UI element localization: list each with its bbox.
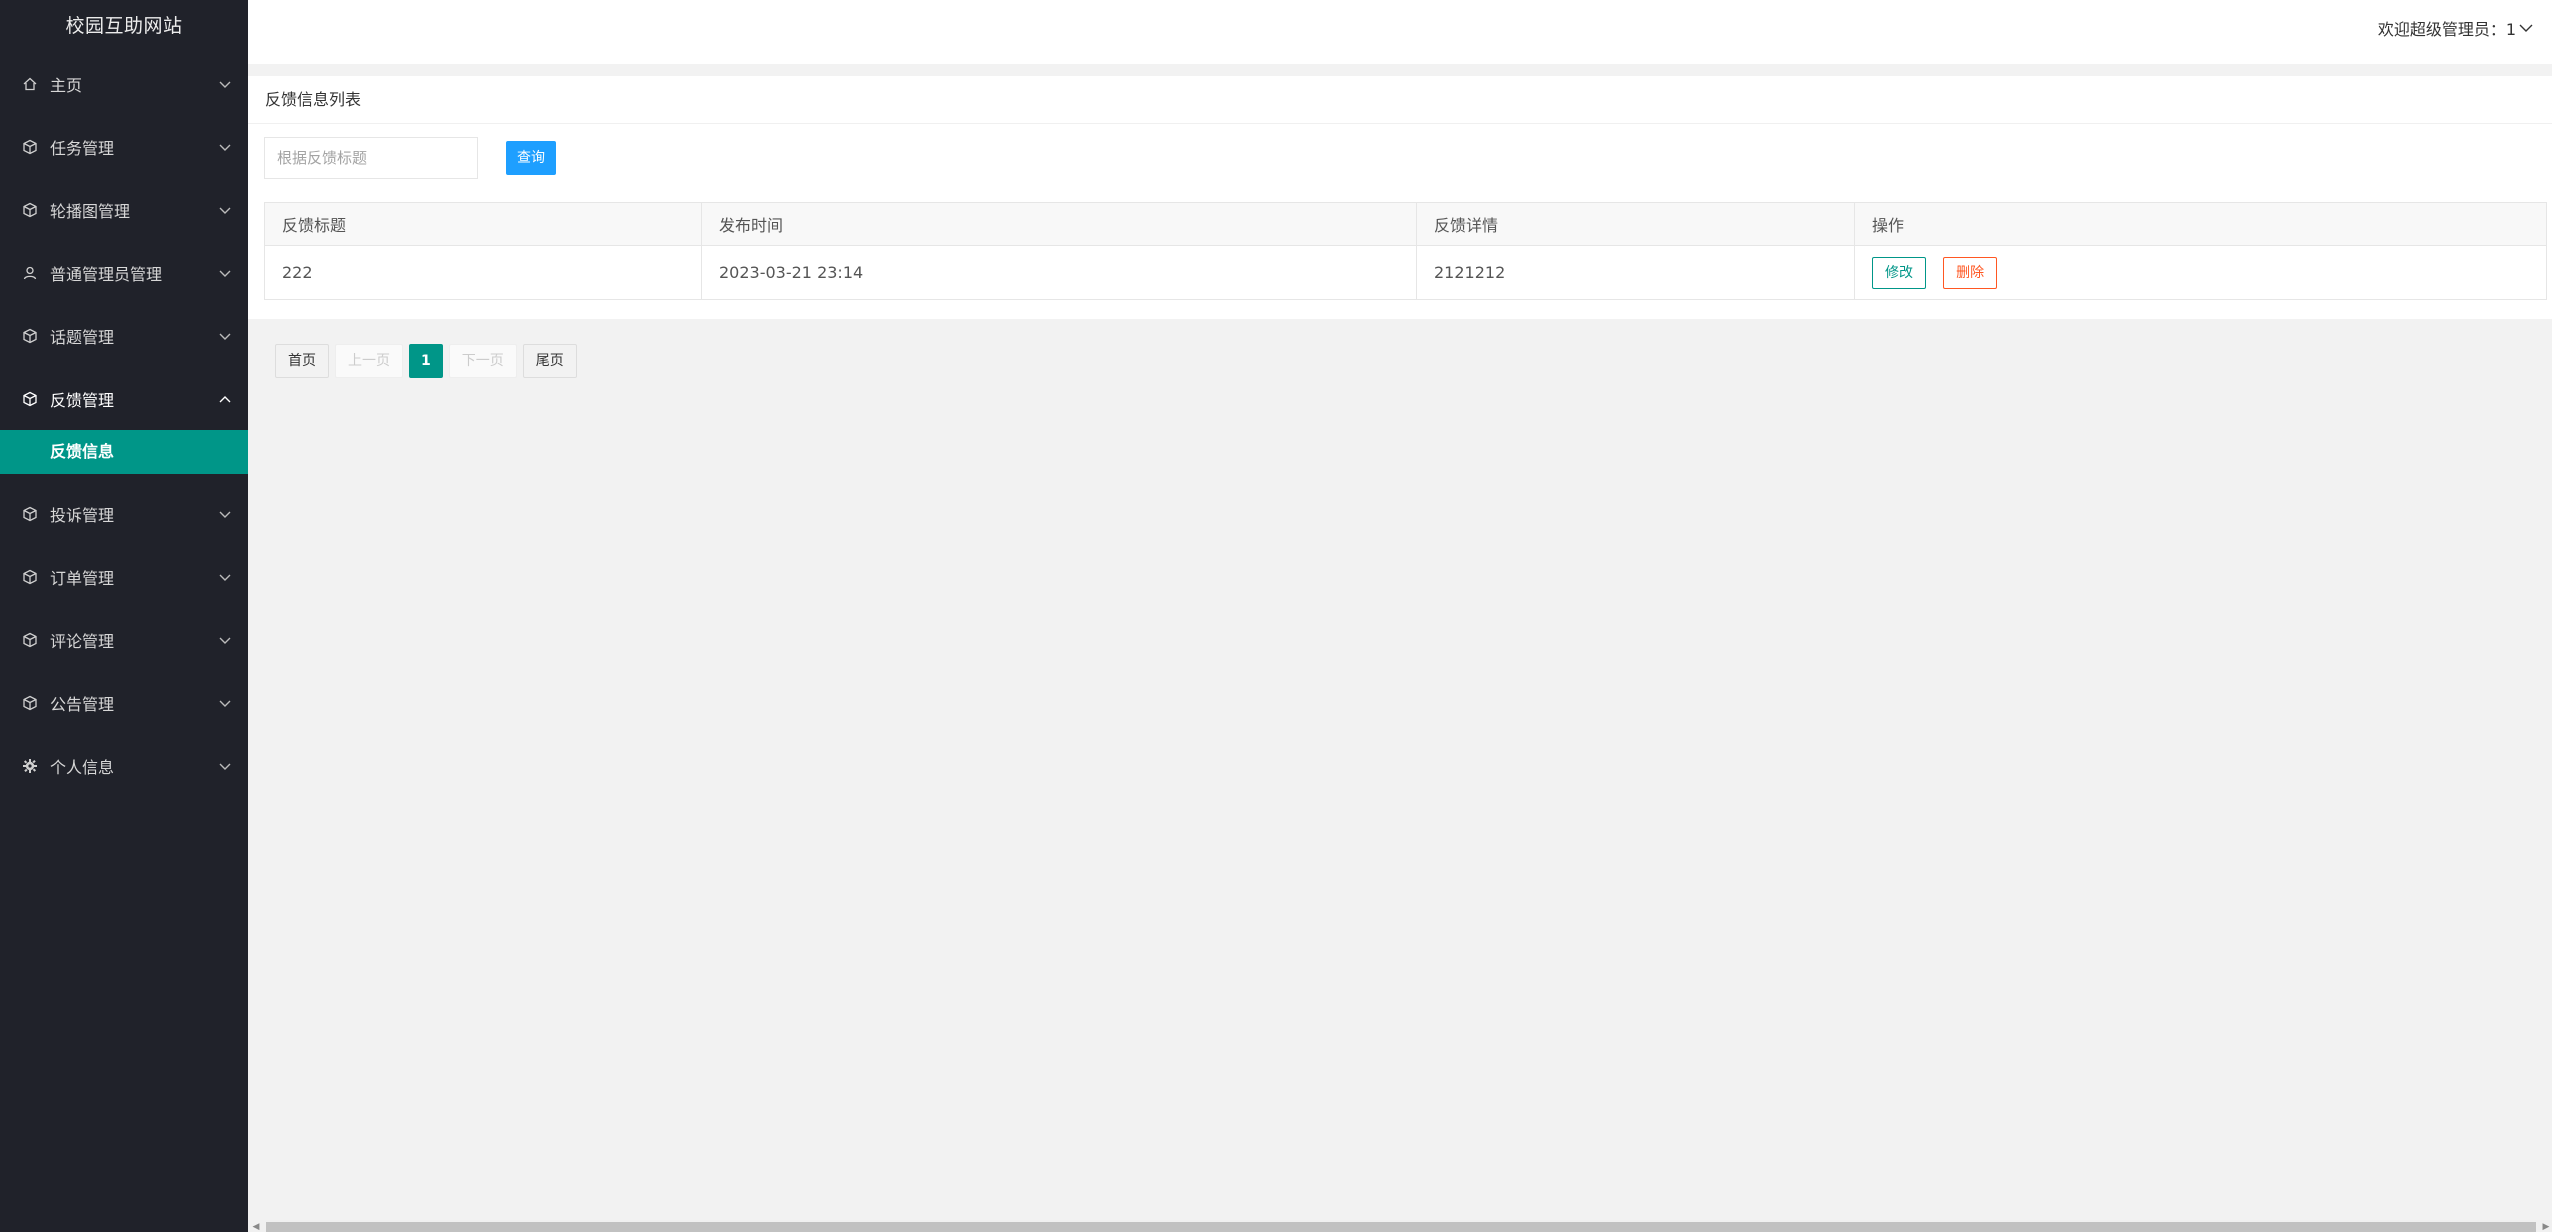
sidebar-item-announcements[interactable]: 公告管理 [0, 671, 248, 734]
sidebar-item-carousel[interactable]: 轮播图管理 [0, 178, 248, 241]
column-header-actions: 操作 [1854, 202, 2547, 246]
chevron-down-icon [218, 329, 232, 343]
sidebar-item-home[interactable]: 主页 [0, 52, 248, 115]
cube-icon [22, 139, 38, 155]
sidebar-item-label: 轮播图管理 [50, 201, 131, 221]
chevron-down-icon [218, 570, 232, 584]
sidebar-item-orders[interactable]: 订单管理 [0, 545, 248, 608]
cube-icon [22, 328, 38, 344]
sidebar-item-comments[interactable]: 评论管理 [0, 608, 248, 671]
cell-time: 2023-03-21 23:14 [701, 245, 1417, 300]
sidebar-item-complaints[interactable]: 投诉管理 [0, 482, 248, 545]
top-header: 欢迎超级管理员：1 [248, 0, 2552, 64]
sidebar-item-label: 订单管理 [50, 568, 115, 588]
sidebar-item-tasks[interactable]: 任务管理 [0, 115, 248, 178]
sidebar-item-profile[interactable]: 个人信息 [0, 734, 248, 797]
scroll-left-icon[interactable]: ◀ [250, 1222, 262, 1232]
sidebar-subitem-feedback-info[interactable]: 反馈信息 [0, 430, 248, 474]
query-button[interactable]: 查询 [506, 141, 556, 175]
sidebar-item-label: 主页 [50, 75, 83, 95]
chevron-down-icon [218, 77, 232, 91]
delete-button[interactable]: 删除 [1943, 256, 1998, 289]
first-page-button[interactable]: 首页 [275, 344, 329, 378]
cube-icon [22, 391, 38, 407]
cube-icon [22, 506, 38, 522]
sidebar-item-admins[interactable]: 普通管理员管理 [0, 241, 248, 304]
column-header-detail: 反馈详情 [1416, 202, 1855, 246]
sidebar-item-label: 任务管理 [50, 138, 115, 158]
sidebar-item-topics[interactable]: 话题管理 [0, 304, 248, 367]
app-title: 校园互助网站 [65, 15, 183, 37]
cube-icon [22, 569, 38, 585]
edit-button[interactable]: 修改 [1872, 256, 1926, 289]
chevron-down-icon [218, 507, 232, 521]
cube-icon [22, 632, 38, 648]
table-row: 222 2023-03-21 23:14 2121212 修改 删除 [264, 245, 2547, 300]
sidebar-item-label: 普通管理员管理 [50, 264, 163, 284]
search-input[interactable] [264, 137, 478, 179]
feedback-list-card: 反馈信息列表 查询 反馈标题 发布时间 反馈详情 操作 222 2023-03-… [248, 76, 2552, 319]
sidebar-item-label: 评论管理 [50, 631, 115, 651]
sidebar-item-label: 投诉管理 [50, 505, 115, 525]
cell-detail: 2121212 [1416, 245, 1855, 300]
chevron-down-icon [218, 633, 232, 647]
sidebar-item-label: 话题管理 [50, 327, 115, 347]
sidebar: 校园互助网站 主页 任务管理 轮播图管理 普通管理员管理 话题管理 反馈管理 反… [0, 0, 248, 1232]
chevron-down-icon [2519, 24, 2533, 32]
table-header-row: 反馈标题 发布时间 反馈详情 操作 [264, 202, 2547, 246]
user-menu[interactable]: 欢迎超级管理员：1 [2378, 16, 2534, 40]
next-page-button[interactable]: 下一页 [448, 344, 517, 378]
cell-title: 222 [264, 245, 702, 300]
card-title: 反馈信息列表 [248, 76, 2552, 124]
current-page[interactable]: 1 [409, 344, 443, 378]
prev-page-button[interactable]: 上一页 [335, 344, 403, 378]
sidebar-item-label: 个人信息 [50, 757, 115, 777]
horizontal-scrollbar[interactable]: ◀ ▶ [248, 1220, 2552, 1232]
last-page-button[interactable]: 尾页 [522, 344, 577, 378]
chevron-down-icon [218, 759, 232, 773]
scroll-right-icon[interactable]: ▶ [2540, 1222, 2552, 1232]
chevron-down-icon [218, 266, 232, 280]
feedback-table: 反馈标题 发布时间 反馈详情 操作 222 2023-03-21 23:14 2… [264, 202, 2547, 300]
sidebar-item-label: 公告管理 [50, 694, 115, 714]
scrollbar-thumb[interactable] [266, 1222, 2536, 1232]
sidebar-item-label: 反馈管理 [50, 390, 115, 410]
cell-actions: 修改 删除 [1854, 245, 2547, 300]
pagination: 首页 上一页 1 下一页 尾页 [275, 344, 583, 378]
user-icon [22, 265, 38, 281]
search-bar: 查询 [248, 124, 2552, 200]
column-header-title: 反馈标题 [264, 202, 702, 246]
cube-icon [22, 695, 38, 711]
cube-icon [22, 202, 38, 218]
chevron-down-icon [218, 696, 232, 710]
column-header-time: 发布时间 [701, 202, 1417, 246]
sidebar-item-feedback[interactable]: 反馈管理 [0, 367, 248, 430]
welcome-text: 欢迎超级管理员：1 [2377, 20, 2516, 39]
chevron-down-icon [218, 140, 232, 154]
chevron-up-icon [218, 392, 232, 406]
gear-icon [22, 758, 38, 774]
home-icon [22, 76, 38, 92]
chevron-down-icon [218, 203, 232, 217]
